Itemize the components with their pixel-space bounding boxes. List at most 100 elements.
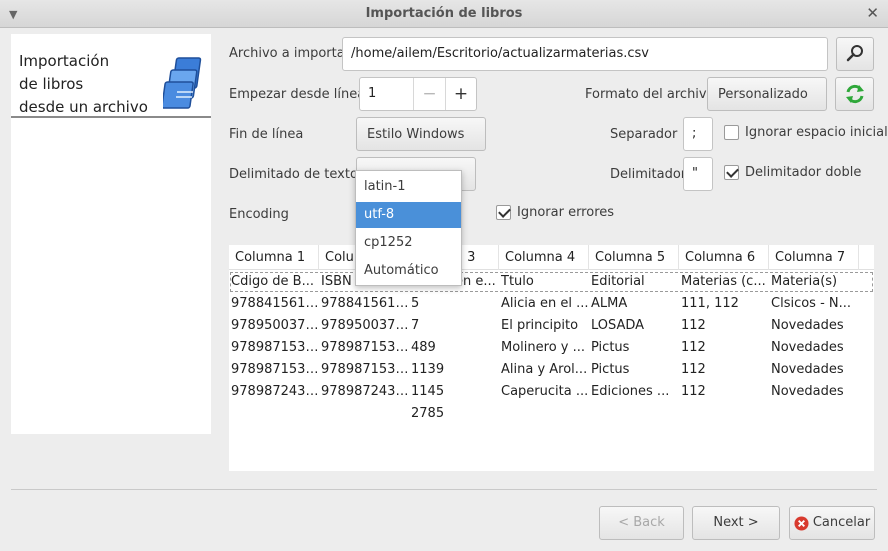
- column-header[interactable]: Columna 1: [229, 245, 319, 270]
- table-row[interactable]: 9789500372... 9789500372... 7 El princip…: [229, 315, 874, 337]
- format-combo[interactable]: Personalizado▼: [707, 77, 827, 134]
- column-header[interactable]: Columna 6: [679, 245, 769, 270]
- table-row[interactable]: 9789871534... 9789871534... 489 Molinero…: [229, 337, 874, 359]
- table-cell: ALMA: [591, 296, 628, 311]
- format-value: Personalizado: [718, 87, 808, 102]
- table-cell: Alicia en el ...: [501, 296, 589, 311]
- table-cell: 9789871534...: [231, 340, 319, 355]
- table-row[interactable]: 2785: [229, 403, 874, 425]
- table-cell: 9789871534...: [321, 362, 409, 377]
- window-title: Importación de libros: [365, 6, 523, 21]
- table-cell: 9789500372...: [231, 318, 319, 333]
- search-icon: [846, 45, 863, 62]
- table-cell: 112: [681, 384, 706, 399]
- line-end-combo[interactable]: Estilo Windows▼: [356, 117, 486, 174]
- decrement-button[interactable]: −: [413, 78, 445, 110]
- cancel-button[interactable]: Cancelar: [789, 506, 875, 540]
- table-cell: Materias (c...: [681, 274, 766, 289]
- line-end-label: Fin de línea: [229, 127, 304, 142]
- table-cell: Novedades: [771, 362, 844, 377]
- delimiter-input[interactable]: ": [683, 157, 713, 191]
- table-cell: Molinero y ...: [501, 340, 585, 355]
- footer-separator: [11, 489, 877, 490]
- table-cell: Cdigo de B...: [231, 274, 314, 289]
- close-icon[interactable]: ✕: [866, 4, 879, 22]
- ignore-errors-checkbox[interactable]: Ignorar errores: [496, 205, 614, 220]
- table-cell: El principito: [501, 318, 579, 333]
- sidebar: Importación de libros desde un archivo: [11, 34, 211, 434]
- ignore-initial-space-label: Ignorar espacio inicial: [745, 125, 888, 140]
- format-label: Formato del archivo: [585, 87, 715, 102]
- checkbox-box[interactable]: [724, 165, 739, 180]
- encoding-label: Encoding: [229, 207, 289, 222]
- preview-table[interactable]: Columna 1 Colum a 3 Columna 4 Columna 5 …: [229, 245, 874, 471]
- table-cell: Clsicos - N...: [771, 296, 852, 311]
- table-cell: 9789872438...: [231, 384, 319, 399]
- title-bar: ▼ Importación de libros ✕: [0, 0, 888, 28]
- encoding-option[interactable]: cp1252: [356, 230, 461, 256]
- table-cell: Novedades: [771, 318, 844, 333]
- table-cell: Pictus: [591, 340, 630, 355]
- cancel-label: Cancelar: [812, 515, 871, 530]
- ignore-errors-label: Ignorar errores: [517, 205, 615, 220]
- column-header[interactable]: Columna 4: [499, 245, 589, 270]
- table-cell: 9788415618...: [321, 296, 409, 311]
- start-line-spinner[interactable]: 1 − +: [359, 77, 477, 111]
- start-line-value[interactable]: 1: [368, 86, 376, 101]
- file-label: Archivo a importar: [229, 46, 351, 61]
- table-cell: Novedades: [771, 384, 844, 399]
- table-cell: 9788415618...: [231, 296, 319, 311]
- table-row[interactable]: 9789871534... 9789871534... 1139 Alina y…: [229, 359, 874, 381]
- table-row[interactable]: 9788415618... 9788415618... 5 Alicia en …: [229, 293, 874, 315]
- table-cell: 112: [681, 362, 706, 377]
- table-cell: 1145: [411, 384, 445, 399]
- table-cell: 112: [681, 340, 706, 355]
- table-cell: 111, 112: [681, 296, 739, 311]
- encoding-dropdown[interactable]: latin-1 utf-8 cp1252 Automático: [355, 170, 462, 286]
- books-icon: [163, 57, 202, 109]
- encoding-option[interactable]: Automático: [356, 258, 461, 284]
- column-header[interactable]: Columna 7: [769, 245, 859, 270]
- checkbox-box[interactable]: [724, 125, 739, 140]
- table-cell: 9789871534...: [231, 362, 319, 377]
- table-cell: 1139: [411, 362, 445, 377]
- back-button[interactable]: < Back: [599, 506, 684, 540]
- table-cell: 112: [681, 318, 706, 333]
- table-row[interactable]: 9789872438... 9789872438... 1145 Caperuc…: [229, 381, 874, 403]
- double-delimiter-checkbox[interactable]: Delimitador doble: [724, 165, 861, 180]
- table-cell: 9789872438...: [321, 384, 409, 399]
- table-cell: Alina y Arol...: [501, 362, 588, 377]
- table-header: Columna 1 Colum a 3 Columna 4 Columna 5 …: [229, 245, 874, 270]
- table-row[interactable]: Cdigo de B... ISBN en e... Ttulo Editori…: [229, 271, 874, 293]
- file-path-input[interactable]: /home/ailem/Escritorio/actualizarmateria…: [342, 37, 828, 71]
- table-cell: 489: [411, 340, 436, 355]
- next-button[interactable]: Next >: [692, 506, 780, 540]
- sidebar-title: Importación de libros desde un archivo: [19, 52, 148, 116]
- column-header[interactable]: Columna 5: [589, 245, 679, 270]
- table-cell: Ediciones ...: [591, 384, 670, 399]
- table-cell: Pictus: [591, 362, 630, 377]
- separator-input[interactable]: ;: [683, 117, 713, 151]
- encoding-option-selected[interactable]: utf-8: [356, 202, 461, 228]
- encoding-option[interactable]: latin-1: [356, 174, 461, 200]
- cancel-icon: [794, 515, 809, 531]
- table-cell: Materia(s): [771, 274, 838, 289]
- table-cell: 7: [411, 318, 420, 333]
- refresh-icon: [845, 84, 864, 104]
- checkbox-box[interactable]: [496, 205, 511, 220]
- table-cell: Caperucita ...: [501, 384, 589, 399]
- refresh-button[interactable]: [835, 77, 874, 111]
- text-delimited-label: Delimitado de textos: [229, 167, 365, 182]
- sidebar-header: Importación de libros desde un archivo: [11, 34, 211, 118]
- table-cell: Editorial: [591, 274, 645, 289]
- table-cell: 9789871534...: [321, 340, 409, 355]
- delimiter-label: Delimitador: [610, 167, 687, 182]
- increment-button[interactable]: +: [445, 78, 476, 110]
- start-line-label: Empezar desde línea: [229, 87, 366, 102]
- table-cell: 9789500372...: [321, 318, 409, 333]
- table-cell: Novedades: [771, 340, 844, 355]
- browse-button[interactable]: [836, 37, 874, 71]
- table-cell: 2785: [411, 406, 445, 421]
- ignore-initial-space-checkbox[interactable]: Ignorar espacio inicial: [724, 125, 888, 140]
- table-cell: 5: [411, 296, 420, 311]
